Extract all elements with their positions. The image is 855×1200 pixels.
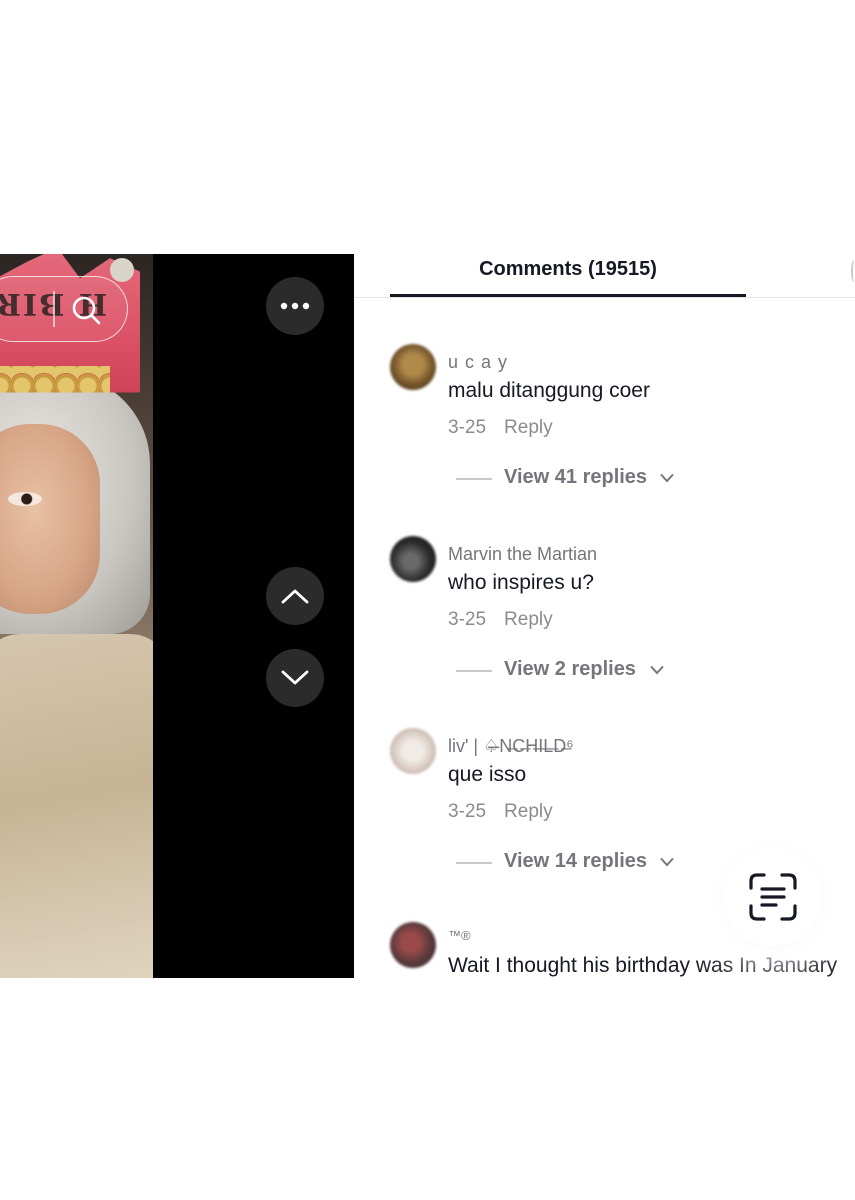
comment-text: who inspires u? — [448, 571, 594, 594]
chevron-down-icon — [660, 858, 674, 867]
eye-shape — [8, 492, 42, 506]
avatar[interactable] — [390, 536, 436, 582]
reply-button[interactable]: Reply — [504, 801, 553, 822]
previous-video-button[interactable] — [266, 567, 324, 625]
comment-text: Wait I thought his birthday was In Janua… — [448, 954, 838, 977]
comment-username[interactable]: u c a y — [448, 352, 508, 373]
comment-date: 3-25 — [448, 609, 487, 630]
comment-meta: 3-25 Reply — [448, 801, 553, 823]
view-replies-button[interactable]: View 2 replies — [504, 658, 636, 681]
search-icon[interactable] — [69, 293, 103, 327]
chevron-down-icon — [650, 666, 664, 675]
face-shape — [0, 424, 100, 614]
tab-comments[interactable]: Comments (19515) — [390, 254, 746, 296]
comment-username[interactable]: ™® — [448, 928, 471, 943]
comment-item: Marvin the Martian who inspires u? 3-25 R… — [354, 534, 855, 714]
tab-next-partial[interactable] — [851, 260, 855, 282]
view-replies-line — [456, 670, 492, 672]
comment-meta: 3-25 Reply — [448, 417, 553, 439]
comment-date: 3-25 — [448, 417, 487, 438]
reply-button[interactable]: Reply — [504, 609, 553, 630]
comment-username[interactable]: Marvin the Martian — [448, 544, 597, 565]
view-replies-button[interactable]: View 41 replies — [504, 466, 647, 489]
view-replies-button[interactable]: View 14 replies — [504, 850, 647, 873]
video-player[interactable]: H BIR — [0, 254, 354, 978]
avatar[interactable] — [390, 728, 436, 774]
avatar[interactable] — [390, 344, 436, 390]
comment-meta: 3-25 Reply — [448, 609, 553, 631]
more-button[interactable] — [266, 277, 324, 335]
search-pill[interactable] — [0, 276, 128, 342]
view-replies-line — [456, 862, 492, 864]
comment-username[interactable]: liv' | ♤̶N̶C̶H̶I̶L̶D̶⁶ — [448, 736, 574, 757]
tab-divider — [354, 297, 855, 298]
chevron-down-icon — [281, 670, 309, 685]
screenshot: H BIR Comments (19515) u c a y malu dita… — [0, 254, 855, 978]
more-icon — [280, 302, 310, 310]
scan-text-icon — [749, 873, 797, 921]
comment-date: 3-25 — [448, 801, 487, 822]
next-video-button[interactable] — [266, 649, 324, 707]
comment-item: u c a y malu ditanggung coer 3-25 Reply V… — [354, 342, 855, 522]
jacket-shape — [0, 634, 153, 978]
reply-button[interactable]: Reply — [504, 417, 553, 438]
view-replies-line — [456, 478, 492, 480]
comment-text: que isso — [448, 763, 527, 786]
search-divider — [53, 291, 55, 327]
scan-text-button[interactable] — [724, 848, 822, 946]
comment-text: malu ditanggung coer — [448, 379, 650, 402]
comments-panel: Comments (19515) u c a y malu ditanggung… — [354, 254, 855, 978]
avatar[interactable] — [390, 922, 436, 968]
video-frame: H BIR — [0, 254, 153, 978]
chevron-down-icon — [660, 474, 674, 483]
chevron-up-icon — [281, 589, 309, 604]
crown-pompom — [110, 258, 134, 282]
